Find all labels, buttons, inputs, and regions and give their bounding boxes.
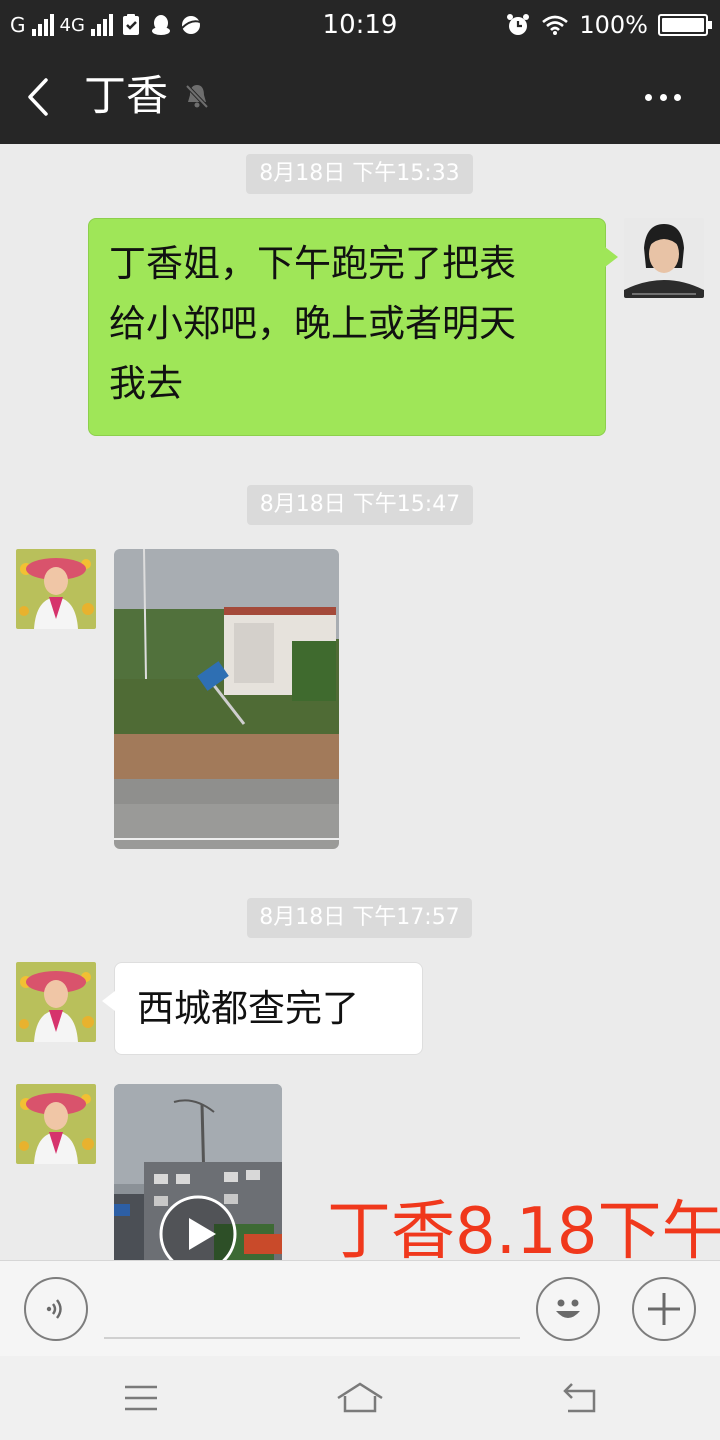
alarm-icon <box>507 14 530 35</box>
chat-header: 丁香 <box>0 50 720 144</box>
sent-message-bubble[interactable]: 丁香姐，下午跑完了把表 给小郑吧，晚上或者明天 我去 <box>88 218 618 436</box>
emoji-icon <box>556 1299 580 1318</box>
battery-fill <box>662 18 704 32</box>
battery-percent: 100% <box>579 11 648 39</box>
home-button[interactable] <box>335 1376 385 1420</box>
watermark-text: 丁香8.18下午 <box>327 1195 720 1260</box>
wifi-icon <box>542 15 569 35</box>
received-video[interactable] <box>114 1084 282 1260</box>
input-bar <box>0 1260 720 1356</box>
mute-bell-icon <box>185 84 209 109</box>
voice-button[interactable] <box>24 1277 88 1341</box>
message-line: 我去 <box>109 362 183 405</box>
more-icon[interactable] <box>640 80 686 114</box>
message-input[interactable] <box>104 1275 520 1339</box>
message-list[interactable]: 8月18日 下午15:33 丁香姐，下午跑完了把表 给小郑吧，晚上或者明天 我去… <box>0 144 720 1260</box>
play-icon[interactable] <box>158 1194 238 1260</box>
message-timestamp: 8月18日 下午15:33 <box>246 154 473 194</box>
message-line: 给小郑吧，晚上或者明天 <box>109 302 516 345</box>
menu-button[interactable] <box>116 1376 166 1420</box>
system-nav-bar <box>0 1356 720 1440</box>
battery-icon <box>658 14 712 36</box>
status-right: 100% <box>505 10 712 40</box>
plus-button[interactable] <box>632 1277 696 1341</box>
status-bar: G 4G 10:19 100% <box>0 0 720 50</box>
message-line: 丁香姐，下午跑完了把表 <box>109 242 516 285</box>
emoji-button[interactable] <box>536 1277 600 1341</box>
contact-avatar[interactable] <box>16 549 96 629</box>
message-timestamp: 8月18日 下午17:57 <box>247 898 472 938</box>
contact-avatar[interactable] <box>16 962 96 1042</box>
menu-icon <box>125 1385 157 1411</box>
return-button[interactable] <box>555 1376 605 1420</box>
received-image[interactable] <box>114 549 339 849</box>
message-text: 西城都查完了 <box>137 987 359 1030</box>
back-icon[interactable] <box>20 74 60 120</box>
plus-icon <box>648 1293 680 1325</box>
message-timestamp: 8月18日 下午15:47 <box>247 485 473 525</box>
chat-title: 丁香 <box>84 71 169 120</box>
my-avatar[interactable] <box>624 218 704 298</box>
voice-icon <box>46 1299 62 1319</box>
return-icon <box>563 1383 596 1413</box>
contact-avatar[interactable] <box>16 1084 96 1164</box>
received-message-bubble[interactable]: 西城都查完了 <box>102 962 423 1055</box>
home-icon <box>337 1382 383 1413</box>
